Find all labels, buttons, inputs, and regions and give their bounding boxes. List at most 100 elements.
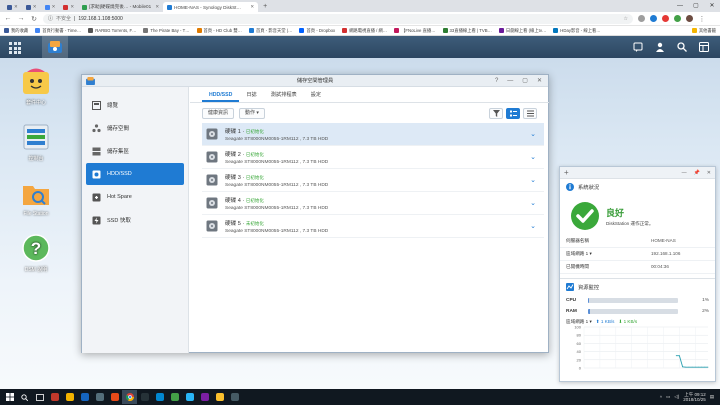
search-icon[interactable] [17,390,32,404]
bookmark-item[interactable]: 首頁行動書 - Time… [35,28,81,34]
tray-chevron-icon[interactable]: ^ [660,395,662,400]
forward-icon[interactable]: → [17,15,25,22]
extension-icon[interactable] [662,15,669,22]
taskbar-app-icon[interactable] [167,390,182,404]
widgets-icon[interactable] [698,41,710,53]
extension-icon[interactable] [638,15,645,22]
close-tab-icon[interactable]: ✕ [33,4,37,10]
maximize-window-button[interactable]: ▢ [688,0,704,12]
storage-manager-taskbar-button[interactable] [42,36,68,58]
other-bookmarks[interactable]: 其他書籤 [691,28,716,34]
browser-tab[interactable]: [求助]硬碟燒完後… - Mobile01 ✕ [78,2,163,12]
desktop-icon-file-station[interactable]: File Station [16,178,56,217]
taskbar-app-icon[interactable] [47,390,62,404]
menu-icon[interactable]: ⋮ [698,15,706,23]
reload-icon[interactable]: ↻ [30,15,38,23]
disk-row[interactable]: 硬碟 1 · 已初始化 Seagate ST8000NM0055-1RM112 … [202,123,544,146]
help-button[interactable]: ? [495,75,498,87]
filter-icon[interactable] [489,107,503,119]
search-icon[interactable] [676,41,688,53]
bookmark-star-icon[interactable]: ☆ [624,16,628,22]
bookmark-item[interactable]: 【FNoLive 直播… [394,28,436,34]
sidebar-item-hdd-ssd[interactable]: HDD/SSD [86,163,184,185]
taskbar-app-icon[interactable] [137,390,152,404]
chevron-down-icon[interactable]: ⌄ [530,176,536,184]
health-info-button[interactable]: 健康資訊 [202,107,235,119]
info-row-lan[interactable]: 區域網路 1 ▾ 192.168.1.106 [560,248,715,261]
close-tab-icon[interactable]: ✕ [250,4,254,10]
task-view-icon[interactable] [32,390,47,404]
close-button[interactable]: ✕ [537,75,542,87]
network-icon[interactable]: ▭ [666,394,670,400]
taskbar-app-icon[interactable] [107,390,122,404]
file-explorer-icon[interactable] [62,390,77,404]
bookmark-item[interactable]: 首頁 - HD Club 雙… [196,28,242,34]
desktop-icon-package-center[interactable]: 套件中心 [16,66,56,106]
minimize-window-button[interactable]: — [672,0,688,12]
list-view-icon[interactable] [523,107,537,119]
taskbar-app-icon[interactable] [182,390,197,404]
window-title-bar[interactable]: 儲存空間管理員 ? — ▢ ✕ [82,75,548,87]
extension-icon[interactable] [674,15,681,22]
action-dropdown[interactable]: 動作 ▾ [239,107,265,119]
add-widget-button[interactable]: + [564,168,569,177]
new-tab-button[interactable]: + [258,2,272,12]
sidebar-item-storage-pool[interactable]: 儲存集區 [86,140,184,162]
sidebar-item-overview[interactable]: 總覽 [86,94,184,116]
profile-avatar[interactable] [686,15,693,22]
sidebar-item-volume[interactable]: 儲存空間 [86,117,184,139]
bookmark-item[interactable]: HDay影音 - 線上看… [553,28,601,34]
sidebar-item-ssd-cache[interactable]: SSD 快取 [86,209,184,231]
taskbar-app-icon[interactable] [197,390,212,404]
notification-center-icon[interactable]: ▤ [710,394,714,400]
desktop-icon-control-panel[interactable]: 控制台 [16,122,56,162]
disk-row[interactable]: 硬碟 2 · 已初始化 Seagate ST8000NM0055-1RM112 … [202,146,544,169]
start-icon[interactable] [2,390,17,404]
close-tab-icon[interactable]: ✕ [14,4,18,10]
browser-tab[interactable]: ✕ [59,2,78,12]
taskbar-app-icon[interactable] [212,390,227,404]
back-icon[interactable]: ← [4,15,12,22]
bookmark-item[interactable]: 日劇線上看 (線上tv… [498,28,546,34]
close-tab-icon[interactable]: ✕ [155,4,159,10]
address-bar[interactable]: ⓘ 不安全 | 192.168.1.108:5000 ☆ [43,13,633,24]
chevron-down-icon[interactable]: ⌄ [530,199,536,207]
disk-row[interactable]: 硬碟 5 · 未初始化 Seagate ST8000NM0055-1RM112 … [202,215,544,238]
bookmark-item[interactable]: 33直播線上看 | TVB… [442,28,492,34]
minimize-widget-button[interactable]: — [682,167,687,179]
main-menu-icon[interactable] [6,39,22,55]
chevron-down-icon[interactable]: ⌄ [530,222,536,230]
maximize-button[interactable]: ▢ [522,75,528,87]
bookmark-item[interactable]: 首頁 - 影音天堂 (… [248,28,292,34]
bookmark-item[interactable]: The Pirate Bay - T… [143,28,190,33]
desktop-icon-dsm-help[interactable]: ? DSM 說明 [16,233,56,273]
user-icon[interactable] [654,41,666,53]
bookmark-item[interactable]: 首頁 - Dropbox [299,28,335,34]
volume-icon[interactable]: ◁) [674,394,679,400]
sidebar-item-hot-spare[interactable]: Hot Spare [86,186,184,208]
taskbar-app-icon[interactable] [227,390,242,404]
close-tab-icon[interactable]: ✕ [52,4,56,10]
taskbar-app-icon[interactable] [152,390,167,404]
close-tab-icon[interactable]: ✕ [70,4,74,10]
extension-icon[interactable] [650,15,657,22]
tab-settings[interactable]: 設定 [304,87,328,102]
bookmark-item[interactable]: 我的收藏 [4,28,28,34]
minimize-button[interactable]: — [507,75,513,87]
disk-row[interactable]: 硬碟 3 · 已初始化 Seagate ST8000NM0055-1RM112 … [202,169,544,192]
browser-tab[interactable]: ✕ [41,2,60,12]
chrome-icon[interactable] [122,390,137,404]
tab-test-schedule[interactable]: 測試排程表 [264,87,304,102]
chevron-down-icon[interactable]: ⌄ [530,130,536,138]
clock[interactable]: 上午 09:12 2018/10/25 [683,392,706,402]
bookmark-item[interactable]: 網路電視直播 / 網… [342,28,387,34]
browser-tab-active[interactable]: HOME-NAS - Synology DiskSt… ✕ [163,2,259,12]
detail-view-icon[interactable] [506,107,520,119]
browser-tab[interactable]: ✕ [22,2,41,12]
close-widget-button[interactable]: ✕ [707,167,711,179]
tab-log[interactable]: 日誌 [239,87,263,102]
chevron-down-icon[interactable]: ⌄ [530,153,536,161]
taskbar-app-icon[interactable] [77,390,92,404]
tab-hdd-ssd[interactable]: HDD/SSD [202,87,240,102]
notification-icon[interactable] [632,41,644,53]
